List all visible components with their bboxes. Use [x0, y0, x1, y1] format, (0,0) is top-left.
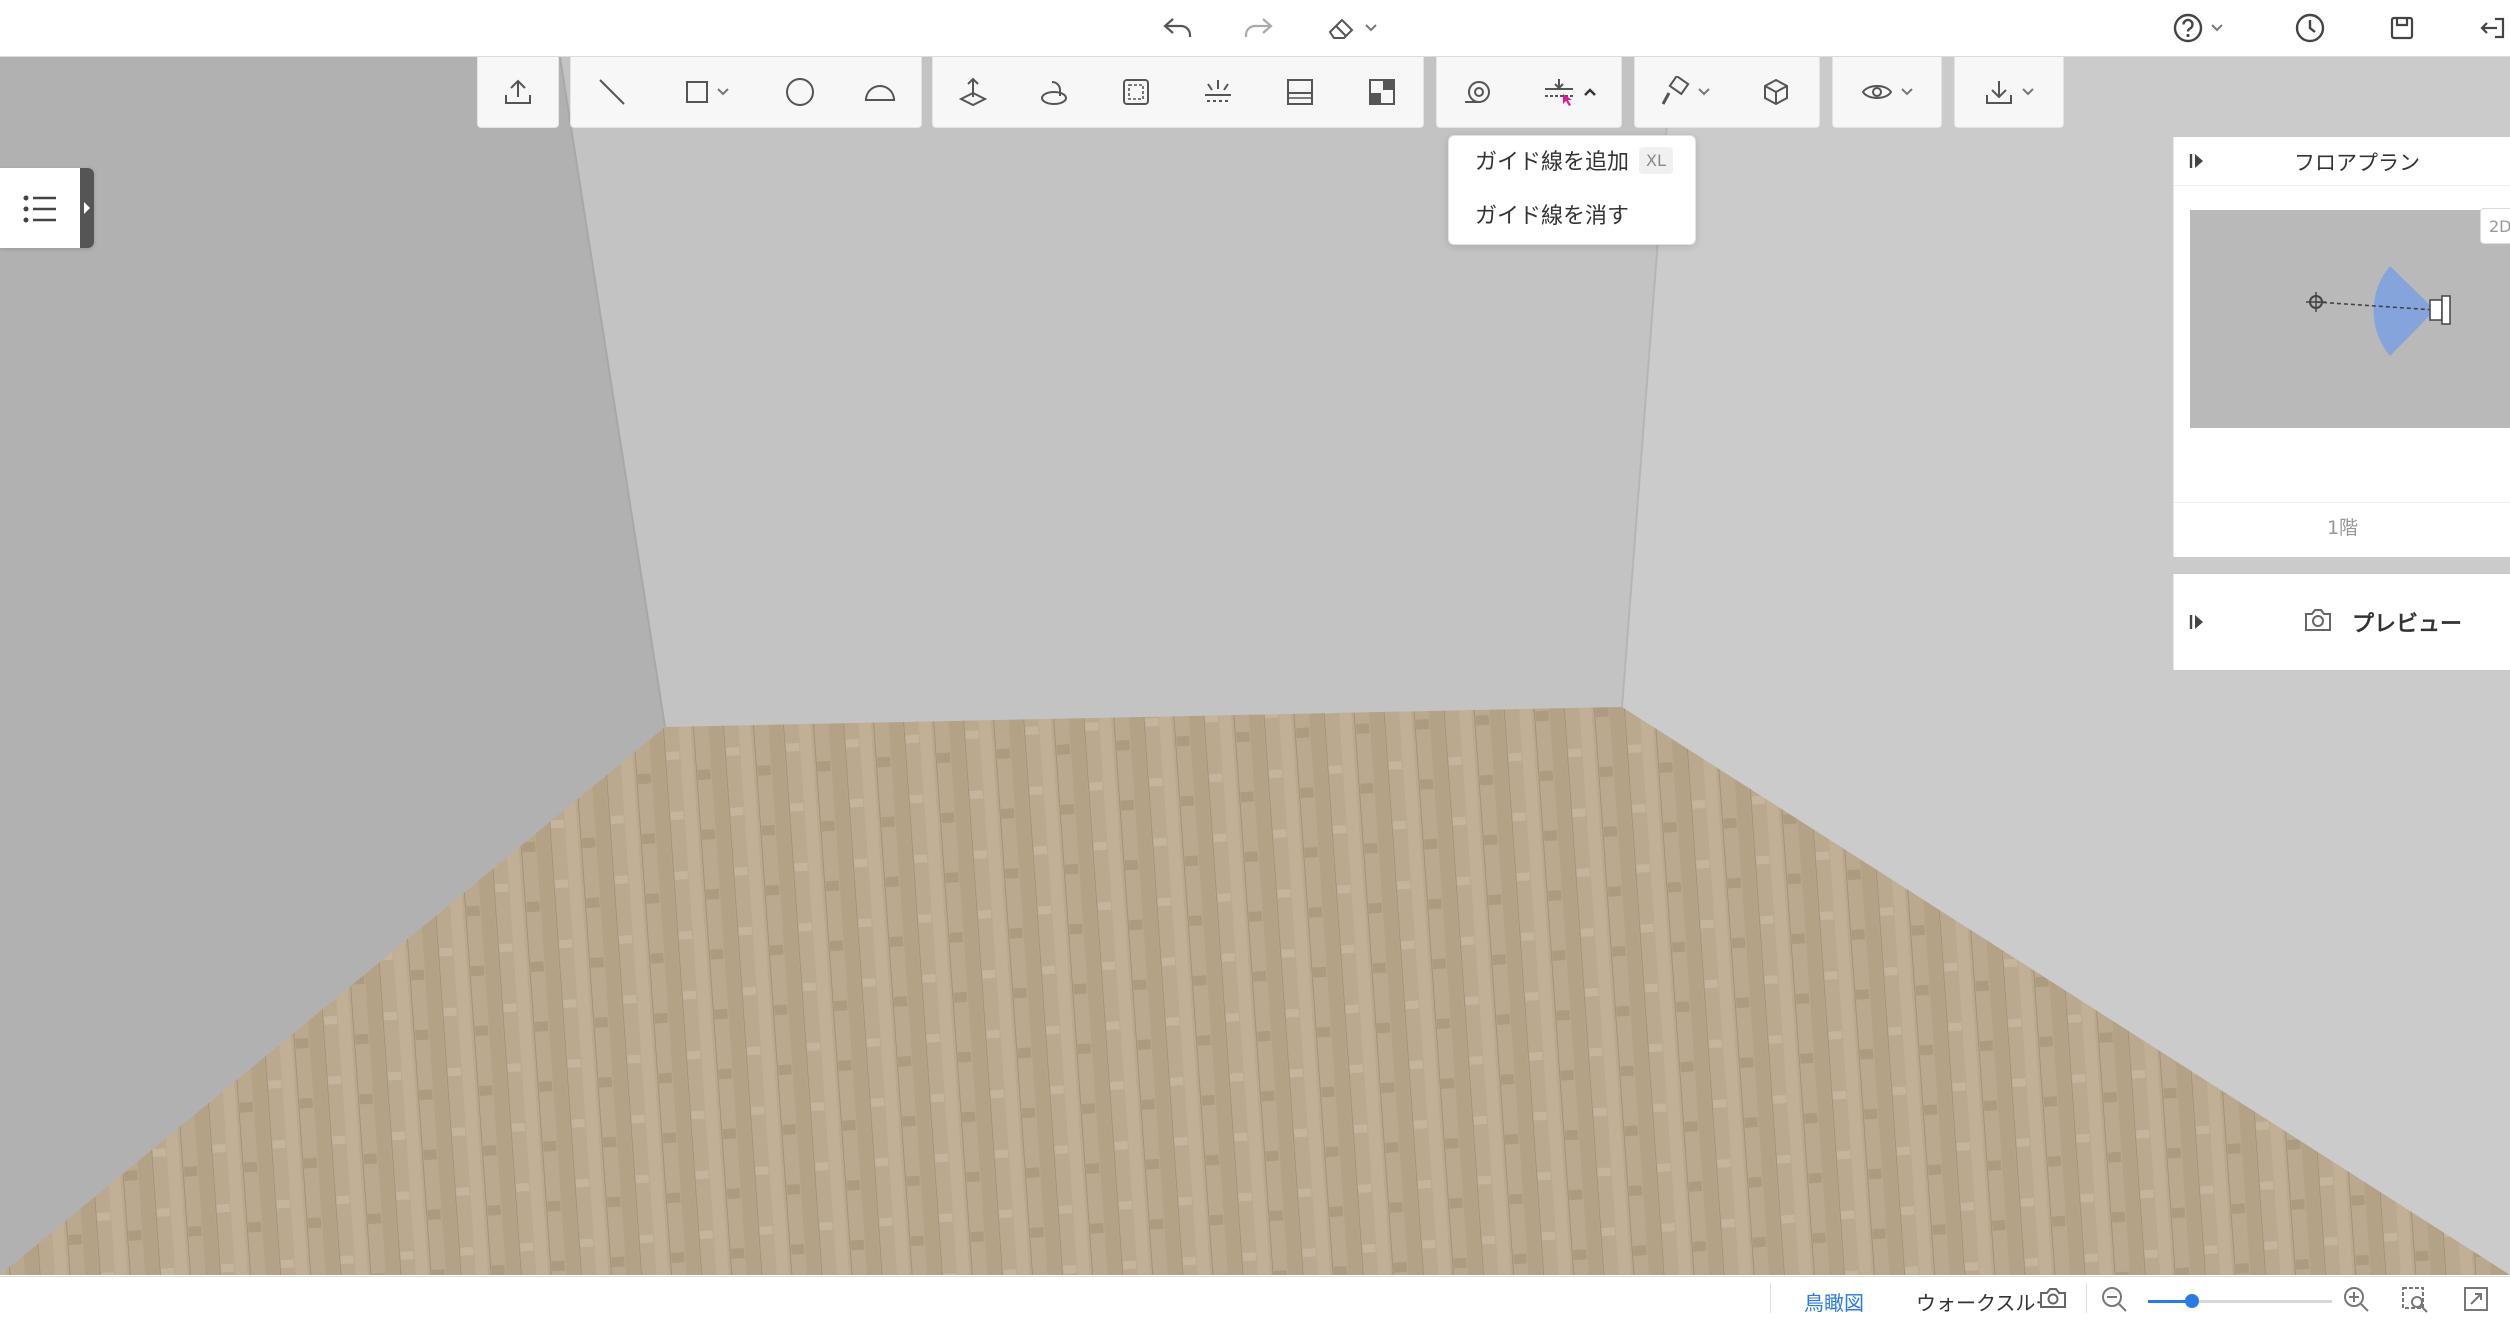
list-icon	[23, 195, 56, 223]
collapse-panel-icon[interactable]	[2188, 151, 2208, 171]
object-list-toggle[interactable]	[0, 168, 94, 248]
3d-viewport[interactable]	[0, 57, 2510, 1275]
floor-plan-header: フロアプラン	[2174, 137, 2510, 186]
preview-title: プレビュー	[2352, 612, 2463, 637]
floor-plan-title: フロアプラン	[2294, 151, 2420, 175]
save-button[interactable]	[2384, 6, 2420, 50]
select-area-tool[interactable]	[1095, 57, 1177, 127]
chevron-down-icon	[1901, 88, 1913, 96]
toolgroup-measure	[1436, 57, 1622, 128]
add-guide-line-label: ガイド線を追加	[1475, 150, 1630, 175]
undo-icon	[1163, 18, 1192, 37]
measure-tool[interactable]	[1437, 57, 1519, 127]
chevron-up-icon	[1584, 88, 1596, 96]
top-bar	[0, 0, 2510, 57]
history-button[interactable]	[2292, 6, 2328, 50]
help-button[interactable]	[2166, 6, 2230, 50]
camera-icon[interactable]	[2302, 606, 2334, 634]
screenshot-camera-icon[interactable]	[2038, 1285, 2068, 1311]
exit-button[interactable]	[2474, 6, 2510, 50]
eraser-icon	[1328, 18, 1354, 39]
floor-plan-minimap[interactable]	[2190, 210, 2510, 428]
fit-view-icon[interactable]	[2400, 1285, 2430, 1313]
walkthrough-tab[interactable]: ウォークスルー	[1916, 1287, 2055, 1316]
exit-icon	[2480, 17, 2505, 39]
cube-tool[interactable]	[1735, 57, 1817, 127]
rotate-icon	[1041, 81, 1067, 105]
visibility-tool[interactable]	[1833, 57, 1941, 127]
eye-icon	[1861, 85, 1893, 99]
2d-toggle-badge[interactable]: 2D	[2480, 208, 2510, 244]
toolgroup-export	[1954, 57, 2064, 128]
toolgroup-import	[477, 57, 559, 128]
import-icon	[505, 79, 531, 104]
chevron-down-icon	[1365, 24, 1377, 32]
layout-tool[interactable]	[1341, 57, 1423, 127]
bottom-bar: 鳥瞰図 ウォークスルー	[0, 1276, 2510, 1319]
paint-icon	[1661, 76, 1690, 105]
arc-tool[interactable]	[839, 57, 921, 127]
guide-line-icon	[1545, 79, 1573, 106]
import-button[interactable]	[478, 57, 558, 127]
circle-icon	[786, 78, 814, 106]
extrude-icon	[958, 77, 988, 107]
measure-icon	[1465, 81, 1490, 103]
chevron-down-icon	[1698, 88, 1710, 96]
help-icon	[2173, 13, 2203, 43]
guide-line-tool[interactable]	[1519, 57, 1619, 127]
rectangle-icon	[686, 81, 708, 103]
remove-guide-line-item[interactable]: ガイド線を消す	[1475, 194, 1629, 234]
collapse-panel-icon[interactable]	[2188, 612, 2208, 632]
guide-line-menu: ガイド線を追加 XL ガイド線を消す	[1448, 135, 1696, 245]
save-icon	[2390, 16, 2414, 40]
layout-icon	[1369, 79, 1395, 105]
floor-tool[interactable]	[1259, 57, 1341, 127]
lighting-tool[interactable]	[1177, 57, 1259, 127]
toolgroup-view	[1832, 57, 1942, 128]
zoom-slider[interactable]	[2148, 1294, 2332, 1308]
shortcut-badge: XL	[1639, 146, 1673, 174]
floor-plan-panel: フロアプラン 1階	[2173, 137, 2510, 557]
undo-button[interactable]	[1158, 6, 1198, 50]
chevron-down-icon	[2022, 88, 2034, 96]
room-scene	[0, 57, 2510, 1275]
eraser-button[interactable]	[1318, 6, 1384, 50]
redo-button[interactable]	[1238, 6, 1278, 50]
clock-icon	[2295, 13, 2325, 43]
redo-icon	[1244, 18, 1273, 37]
line-icon	[599, 79, 625, 105]
expand-handle[interactable]	[80, 168, 94, 248]
add-guide-line-item[interactable]: ガイド線を追加 XL	[1475, 140, 1673, 180]
chevron-down-icon	[2211, 24, 2223, 32]
divider	[2086, 1283, 2087, 1313]
select-area-icon	[1123, 79, 1149, 105]
extrude-tool[interactable]	[933, 57, 1013, 127]
rotate-tool[interactable]	[1013, 57, 1095, 127]
floor-level-label[interactable]: 1階	[2174, 502, 2510, 558]
download-icon	[1986, 81, 2012, 104]
toolgroup-draw	[570, 57, 922, 128]
camera-position-marker	[2306, 266, 2451, 356]
divider	[1770, 1283, 1771, 1313]
circle-tool[interactable]	[761, 57, 839, 127]
preview-panel: プレビュー	[2173, 574, 2510, 670]
arc-icon	[864, 85, 896, 101]
zoom-in-icon[interactable]	[2342, 1285, 2370, 1313]
bird-view-tab[interactable]: 鳥瞰図	[1804, 1287, 1864, 1316]
caret-right-icon	[84, 202, 90, 214]
download-tool[interactable]	[1955, 57, 2063, 127]
lighting-icon	[1205, 80, 1231, 102]
remove-guide-line-label: ガイド線を消す	[1475, 204, 1630, 229]
paint-tool[interactable]	[1635, 57, 1735, 127]
line-tool[interactable]	[571, 57, 653, 127]
zoom-out-icon[interactable]	[2100, 1285, 2128, 1313]
cube-icon	[1764, 78, 1788, 106]
toolgroup-material	[1634, 57, 1820, 128]
rectangle-tool[interactable]	[653, 57, 761, 127]
chevron-down-icon	[717, 88, 729, 96]
floor-icon	[1287, 79, 1313, 105]
toolgroup-edit	[932, 57, 1424, 128]
fullscreen-icon[interactable]	[2462, 1285, 2490, 1313]
